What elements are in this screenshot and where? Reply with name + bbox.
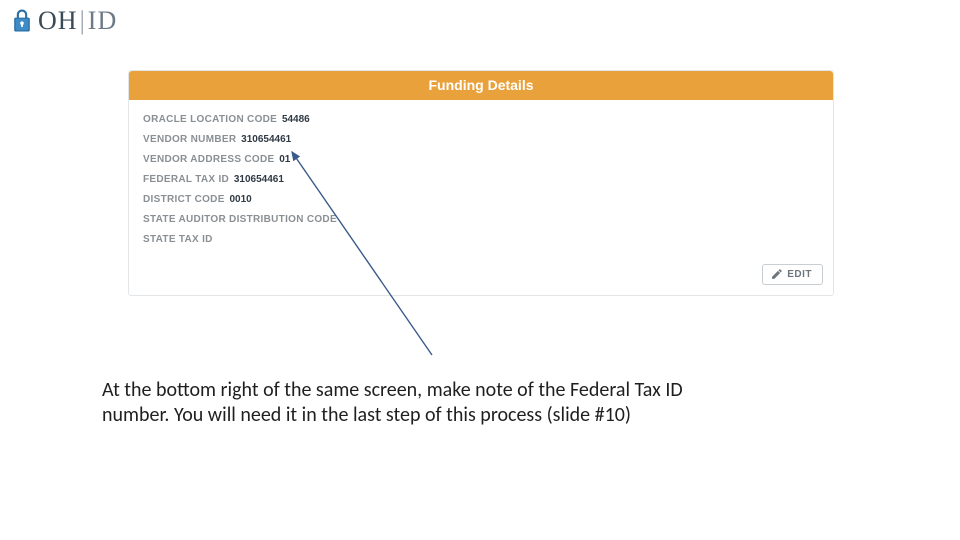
edit-icon: [771, 269, 782, 280]
panel-title: Funding Details: [129, 71, 833, 100]
field-district-code: DISTRICT CODE 0010: [143, 190, 819, 210]
field-state-auditor-distribution-code: STATE AUDITOR DISTRIBUTION CODE: [143, 210, 819, 230]
caption-line-2: number. You will need it in the last ste…: [102, 403, 802, 428]
field-label: DISTRICT CODE: [143, 194, 225, 205]
field-value: 310654461: [234, 174, 284, 185]
field-label: VENDOR ADDRESS CODE: [143, 154, 274, 165]
field-label: FEDERAL TAX ID: [143, 174, 229, 185]
panel-footer: EDIT: [129, 258, 833, 295]
logo-oh: OH: [38, 6, 78, 35]
logo-divider: |: [80, 6, 86, 35]
logo-id: ID: [88, 6, 117, 35]
edit-button[interactable]: EDIT: [762, 264, 823, 285]
panel-body: ORACLE LOCATION CODE 54486 VENDOR NUMBER…: [129, 100, 833, 258]
logo-text: OH|ID: [38, 6, 117, 36]
field-label: ORACLE LOCATION CODE: [143, 114, 277, 125]
caption-line-1: At the bottom right of the same screen, …: [102, 378, 802, 403]
instruction-caption: At the bottom right of the same screen, …: [102, 378, 802, 428]
edit-button-label: EDIT: [787, 269, 812, 280]
field-value: 01: [279, 154, 290, 165]
field-value: 0010: [229, 194, 251, 205]
field-label: STATE AUDITOR DISTRIBUTION CODE: [143, 214, 337, 225]
field-state-tax-id: STATE TAX ID: [143, 230, 819, 250]
field-label: VENDOR NUMBER: [143, 134, 236, 145]
field-oracle-location-code: ORACLE LOCATION CODE 54486: [143, 110, 819, 130]
field-value: 310654461: [241, 134, 291, 145]
field-vendor-address-code: VENDOR ADDRESS CODE 01: [143, 150, 819, 170]
field-vendor-number: VENDOR NUMBER 310654461: [143, 130, 819, 150]
ohid-logo: OH|ID: [12, 6, 117, 36]
field-label: STATE TAX ID: [143, 234, 213, 245]
field-value: 54486: [282, 114, 310, 125]
funding-details-panel: Funding Details ORACLE LOCATION CODE 544…: [128, 70, 834, 296]
field-federal-tax-id: FEDERAL TAX ID 310654461: [143, 170, 819, 190]
lock-icon: [12, 8, 32, 34]
